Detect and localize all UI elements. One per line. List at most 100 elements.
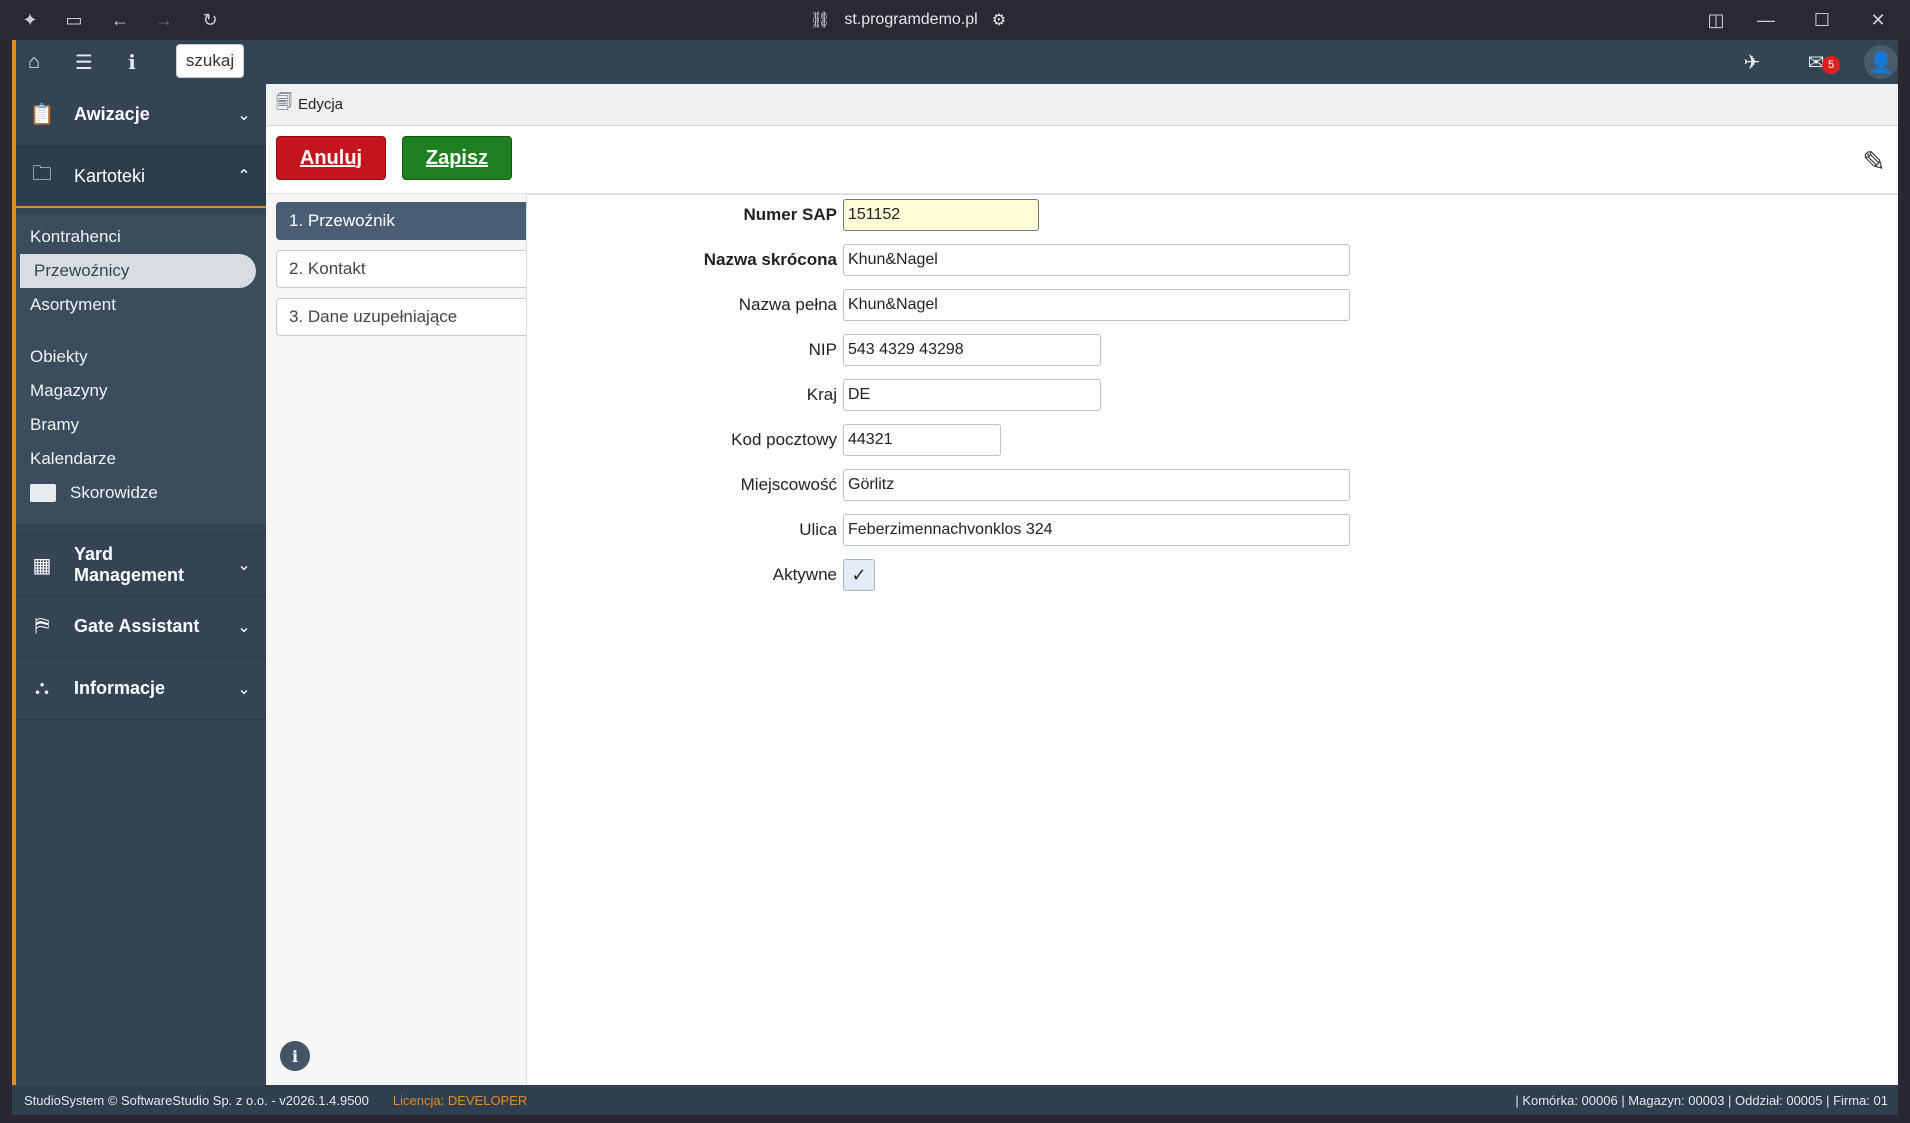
- close-window-icon[interactable]: ✕: [1866, 8, 1890, 32]
- sidebar-section-yard-management[interactable]: ▦ Yard Management ⌄: [16, 534, 266, 596]
- grid-icon: ▦: [32, 554, 52, 577]
- sidebar-section-informacje[interactable]: ⛬ Informacje ⌄: [16, 658, 266, 720]
- user-avatar-icon[interactable]: 👤: [1864, 45, 1898, 79]
- row-kraj: Kraj: [527, 379, 837, 411]
- sidebar-item-kalendarze[interactable]: Kalendarze: [16, 442, 266, 476]
- label-miejscowosc: Miejscowość: [740, 475, 837, 494]
- sidebar: 📋 Awizacje ⌄ 🗀 Kartoteki ⌃ Kontrahenci P…: [16, 84, 266, 1087]
- chevron-up-icon: ⌃: [237, 168, 251, 185]
- label-nazwa-skrocona: Nazwa skrócona: [703, 250, 837, 269]
- nazwa-pelna-input[interactable]: Khun&Nagel: [843, 289, 1350, 321]
- back-icon[interactable]: ←: [108, 8, 132, 32]
- sidebar-item-obiekty[interactable]: Obiekty: [16, 340, 266, 374]
- nip-input[interactable]: 543 4329 43298: [843, 334, 1101, 366]
- browser-logo-icon[interactable]: ✦: [18, 8, 42, 32]
- search-button[interactable]: szukaj: [176, 44, 244, 78]
- breadcrumb-label: Edycja: [297, 96, 344, 113]
- label-nazwa-pelna: Nazwa pełna: [738, 295, 837, 314]
- chevron-down-icon: ⌄: [237, 680, 251, 698]
- miejscowosc-input[interactable]: Görlitz: [843, 469, 1350, 501]
- row-nip: NIP: [527, 334, 837, 366]
- copyright-text: StudioSystem © SoftwareStudio Sp. z o.o.…: [24, 1092, 369, 1108]
- tab-przewoznik[interactable]: 1. Przewoźnik: [276, 202, 526, 240]
- sidebar-section-label: Gate Assistant: [74, 616, 200, 636]
- save-button[interactable]: Zapisz: [402, 136, 512, 180]
- minimize-icon[interactable]: —: [1754, 8, 1778, 32]
- label-aktywne: Aktywne: [772, 565, 837, 584]
- tab-column: 1. Przewoźnik 2. Kontakt 3. Dane uzupełn…: [266, 194, 526, 1087]
- chevron-down-icon: ⌄: [237, 106, 251, 124]
- sidebar-section-gate-assistant[interactable]: ⛿ Gate Assistant ⌄: [16, 596, 266, 658]
- sidebar-section-kartoteki[interactable]: 🗀 Kartoteki ⌃: [16, 146, 266, 208]
- nazwa-skrocona-input[interactable]: Khun&Nagel: [843, 244, 1350, 276]
- address-bar[interactable]: ⛓ st.programdemo.pl ⚙: [810, 8, 1006, 32]
- tab-dane-uzupelniajace[interactable]: 3. Dane uzupełniające: [276, 298, 526, 336]
- home-icon[interactable]: ⌂: [20, 48, 48, 76]
- aktywne-checkbox[interactable]: ✓: [843, 559, 875, 591]
- sidebar-item-przewoznicy[interactable]: Przewoźnicy: [20, 254, 256, 288]
- breadcrumb: 🗐 Edycja: [266, 84, 1898, 126]
- forward-icon[interactable]: →: [152, 8, 176, 32]
- id-card-icon: [30, 484, 56, 502]
- license-prefix: Licencja:: [392, 1092, 448, 1108]
- sidebar-section-label: Informacje: [74, 678, 166, 698]
- info-icon[interactable]: i: [118, 48, 146, 76]
- sidebar-section-label: Kartoteki: [74, 165, 146, 186]
- sidebar-item-label: Skorowidze: [70, 483, 158, 502]
- kartoteki-submenu: Kontrahenci Przewoźnicy Asortyment Obiek…: [16, 214, 266, 524]
- sidebar-section-awizacje[interactable]: 📋 Awizacje ⌄: [16, 84, 266, 146]
- plane-icon[interactable]: ✈: [1738, 48, 1766, 76]
- site-settings-icon[interactable]: ⚙: [992, 10, 1006, 30]
- gate-icon: ⛿: [34, 615, 50, 637]
- sidebar-item-bramy[interactable]: Bramy: [16, 408, 266, 442]
- license-value: DEVELOPER: [447, 1092, 528, 1108]
- license-text: Licencja: DEVELOPER: [393, 1093, 527, 1108]
- form-toolbar: Anuluj Zapisz ✎: [266, 126, 1898, 194]
- row-miejscowosc: Miejscowość: [527, 469, 837, 501]
- sidebar-section-label: Yard Management: [74, 544, 185, 585]
- chevron-down-icon: ⌄: [237, 557, 251, 574]
- browser-chrome: ✦ ▭ ← → ↻ ⛓ st.programdemo.pl ⚙ ◫ — ☐ ✕: [0, 0, 1910, 40]
- info-circle-icon[interactable]: i: [280, 1041, 310, 1071]
- sidebar-item-asortyment[interactable]: Asortyment: [16, 288, 266, 322]
- row-nazwa-skrocona: Nazwa skrócona: [527, 244, 837, 276]
- url-text: st.programdemo.pl: [844, 11, 978, 28]
- tab-kontakt[interactable]: 2. Kontakt: [276, 250, 526, 288]
- collapse-menu-icon[interactable]: ☰: [70, 48, 98, 76]
- sidebar-toggle-icon[interactable]: ▭: [62, 8, 86, 32]
- link-icon: ⛓: [810, 12, 831, 29]
- row-nazwa-pelna: Nazwa pełna: [527, 289, 837, 321]
- carrier-form: Numer SAP 151152 Nazwa skrócona Khun&Nag…: [526, 194, 1898, 1087]
- cancel-button[interactable]: Anuluj: [276, 136, 386, 180]
- label-kod-pocztowy: Kod pocztowy: [731, 430, 837, 449]
- chevron-down-icon: ⌄: [237, 618, 251, 636]
- maximize-icon[interactable]: ☐: [1810, 8, 1834, 32]
- numer-sap-input[interactable]: 151152: [843, 199, 1039, 231]
- sidebar-item-magazyny[interactable]: Magazyny: [16, 374, 266, 408]
- row-numer-sap: Numer SAP: [527, 199, 837, 231]
- reload-icon[interactable]: ↻: [198, 8, 222, 32]
- status-bar: StudioSystem © SoftwareStudio Sp. z o.o.…: [12, 1085, 1898, 1115]
- label-numer-sap: Numer SAP: [743, 205, 837, 224]
- ulica-input[interactable]: Feberzimennachvonklos 324: [843, 514, 1350, 546]
- document-icon: 🗐: [276, 94, 292, 111]
- app-window: ⌂ ☰ i szukaj ✈ ✉ 5 👤 📋 Awizacje ⌄ 🗀 Kart…: [12, 40, 1898, 1115]
- edit-document-icon[interactable]: ✎: [1854, 142, 1894, 180]
- row-ulica: Ulica: [527, 514, 837, 546]
- row-kod-pocztowy: Kod pocztowy: [527, 424, 837, 456]
- row-aktywne: Aktywne: [527, 559, 837, 591]
- sitemap-icon: ⛬: [35, 677, 49, 699]
- folder-icon: 🗀: [32, 163, 52, 185]
- label-kraj: Kraj: [806, 385, 837, 404]
- context-info: | Komórka: 00006 | Magazyn: 00003 | Oddz…: [1515, 1092, 1888, 1108]
- app-topbar: ⌂ ☰ i szukaj ✈ ✉ 5 👤: [16, 40, 1898, 84]
- clipboard-icon: 📋: [29, 104, 55, 126]
- split-view-icon[interactable]: ◫: [1704, 8, 1728, 32]
- kod-pocztowy-input[interactable]: 44321: [843, 424, 1001, 456]
- label-nip: NIP: [808, 340, 837, 359]
- label-ulica: Ulica: [799, 520, 837, 539]
- sidebar-item-skorowidze[interactable]: Skorowidze: [16, 476, 266, 510]
- sidebar-section-label: Awizacje: [74, 104, 150, 124]
- sidebar-item-kontrahenci[interactable]: Kontrahenci: [16, 220, 266, 254]
- kraj-input[interactable]: DE: [843, 379, 1101, 411]
